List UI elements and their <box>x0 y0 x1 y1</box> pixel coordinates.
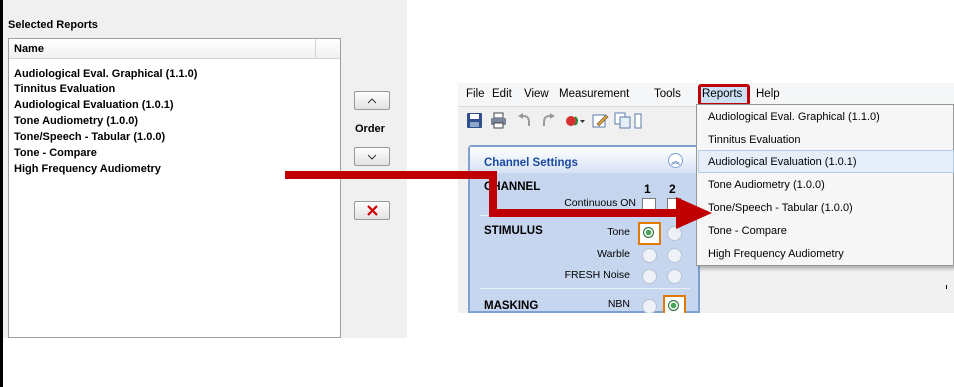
annotation-arrow <box>285 171 712 229</box>
